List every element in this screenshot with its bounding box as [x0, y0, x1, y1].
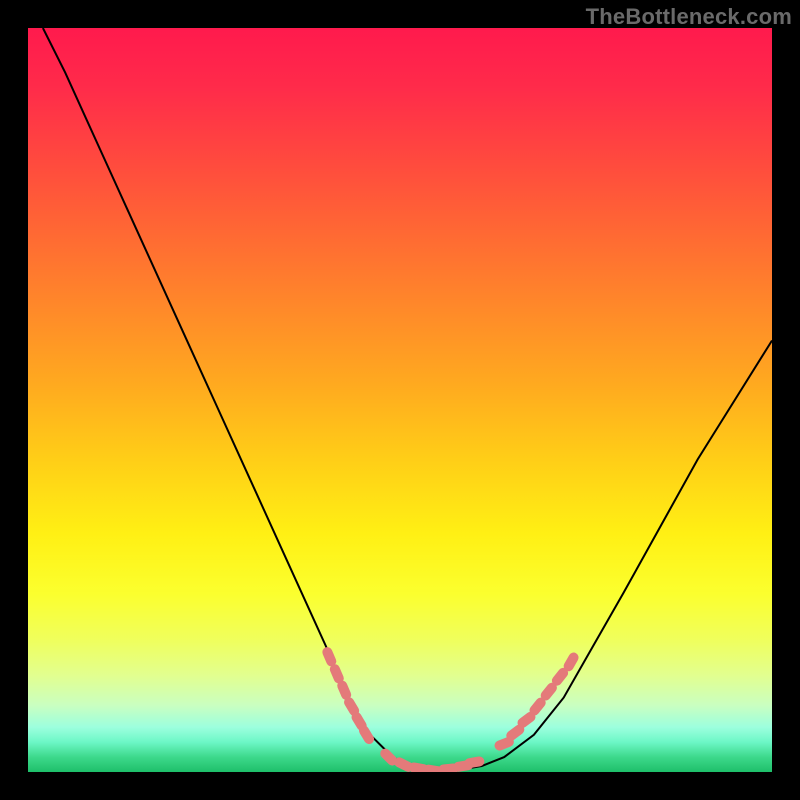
attribution-label: TheBottleneck.com	[586, 4, 792, 30]
curve-markers	[321, 646, 581, 772]
curve-layer	[28, 28, 772, 772]
chart-container: TheBottleneck.com	[0, 0, 800, 800]
plot-area	[28, 28, 772, 772]
bottleneck-curve	[43, 28, 772, 772]
